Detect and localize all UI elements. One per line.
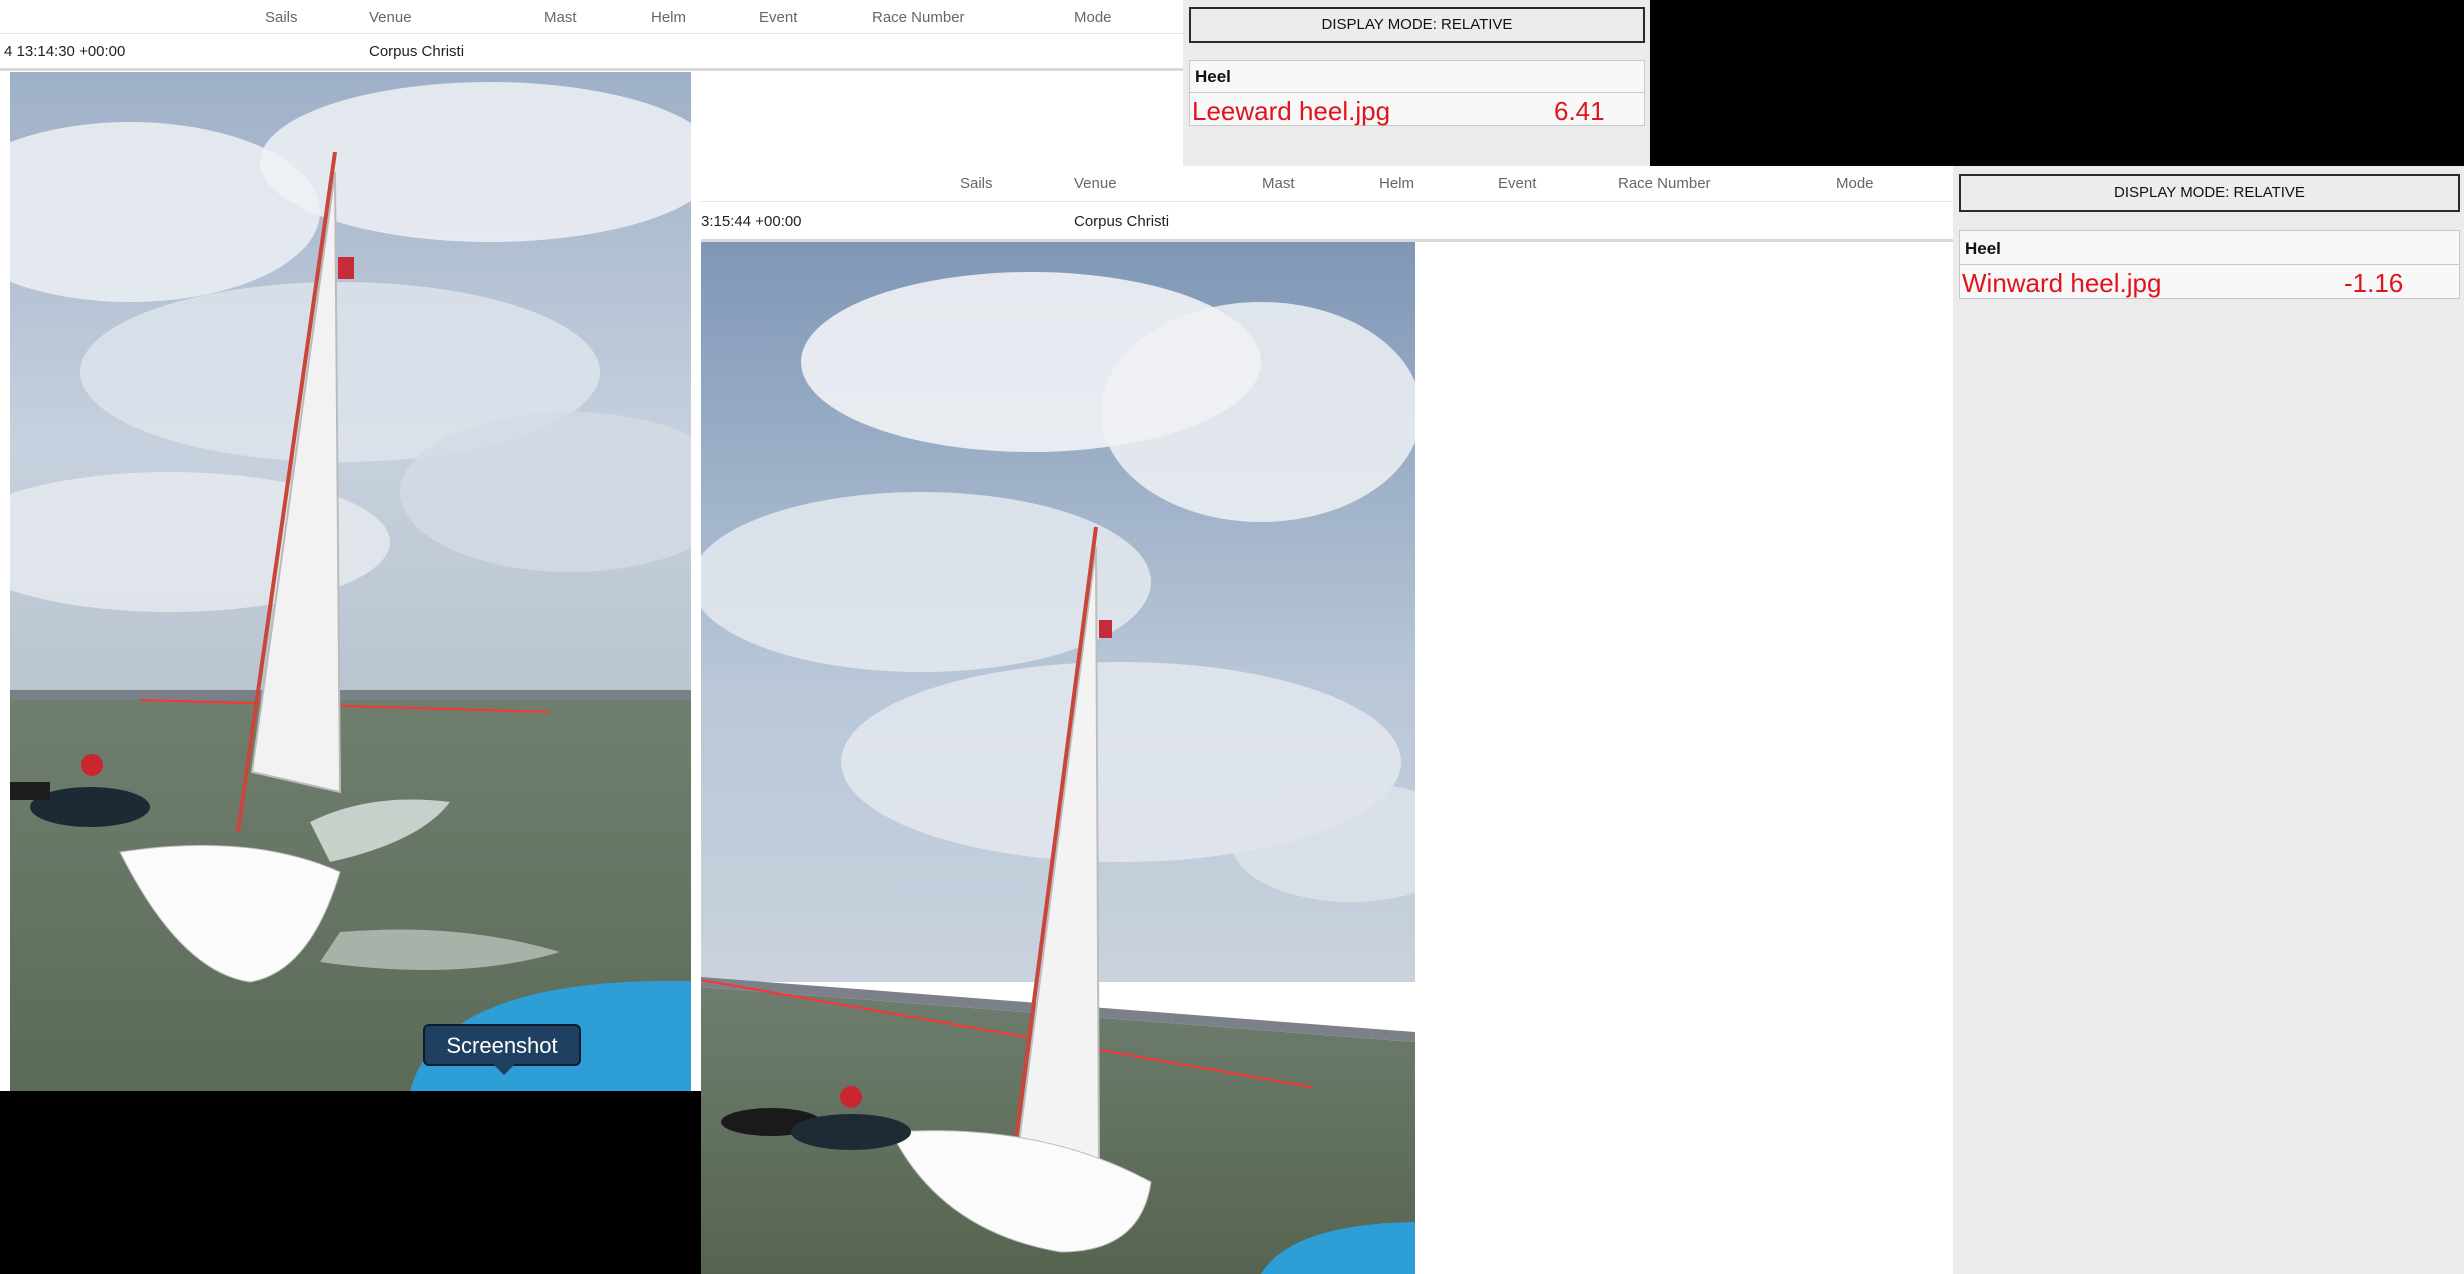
table-row[interactable]: 4 13:14:30 +00:00 Corpus Christi [0, 34, 1183, 71]
app-window-windward: Sails Venue Mast Helm Event Race Number … [701, 166, 2464, 1274]
table-header: Sails Venue Mast Helm Event Race Number … [701, 166, 1953, 202]
display-mode-button[interactable]: DISPLAY MODE: RELATIVE [1189, 7, 1645, 43]
col-helm[interactable]: Helm [651, 9, 686, 26]
side-panel: DISPLAY MODE: RELATIVE Heel Winward heel… [1953, 166, 2464, 1274]
heel-entry[interactable]: Leeward heel.jpg 6.41 [1190, 92, 1644, 127]
screenshot-tooltip[interactable]: Screenshot [423, 1024, 581, 1066]
table-header: Sails Venue Mast Helm Event Race Number … [0, 0, 1183, 34]
col-sails[interactable]: Sails [265, 9, 298, 26]
windward-photo-image [701, 242, 1415, 1274]
leeward-heel-photo[interactable] [10, 72, 691, 1091]
heel-value: 6.41 [1554, 96, 1605, 126]
col-venue[interactable]: Venue [369, 9, 412, 26]
venue-cell: Corpus Christi [1074, 213, 1170, 230]
timestamp-cell: 3:15:44 +00:00 [701, 213, 802, 230]
col-event[interactable]: Event [759, 9, 797, 26]
heel-file-name: Winward heel.jpg [1962, 268, 2162, 298]
caret-down-icon [493, 1064, 515, 1075]
col-mode[interactable]: Mode [1836, 175, 1874, 192]
timestamp-cell: 4 13:14:30 +00:00 [4, 43, 126, 60]
col-venue[interactable]: Venue [1074, 175, 1117, 192]
col-mast[interactable]: Mast [1262, 175, 1295, 192]
col-sails[interactable]: Sails [960, 175, 993, 192]
col-race-number[interactable]: Race Number [872, 9, 965, 26]
col-race-number[interactable]: Race Number [1618, 175, 1711, 192]
windward-heel-photo[interactable] [701, 242, 1415, 1274]
display-mode-button[interactable]: DISPLAY MODE: RELATIVE [1959, 174, 2460, 212]
col-mast[interactable]: Mast [544, 9, 577, 26]
col-mode[interactable]: Mode [1074, 9, 1112, 26]
heel-entry[interactable]: Winward heel.jpg -1.16 [1960, 264, 2459, 300]
heel-panel-title: Heel [1965, 239, 2001, 258]
table-row[interactable]: 3:15:44 +00:00 Corpus Christi [701, 202, 1953, 242]
heel-panel: Heel Winward heel.jpg -1.16 [1959, 230, 2460, 299]
heel-file-name: Leeward heel.jpg [1192, 96, 1391, 126]
leeward-photo-image [10, 72, 691, 1091]
venue-cell: Corpus Christi [369, 43, 465, 60]
heel-value: -1.16 [2344, 268, 2404, 298]
col-event[interactable]: Event [1498, 175, 1536, 192]
heel-panel: Heel Leeward heel.jpg 6.41 [1189, 60, 1645, 126]
col-helm[interactable]: Helm [1379, 175, 1414, 192]
heel-panel-title: Heel [1195, 67, 1231, 86]
